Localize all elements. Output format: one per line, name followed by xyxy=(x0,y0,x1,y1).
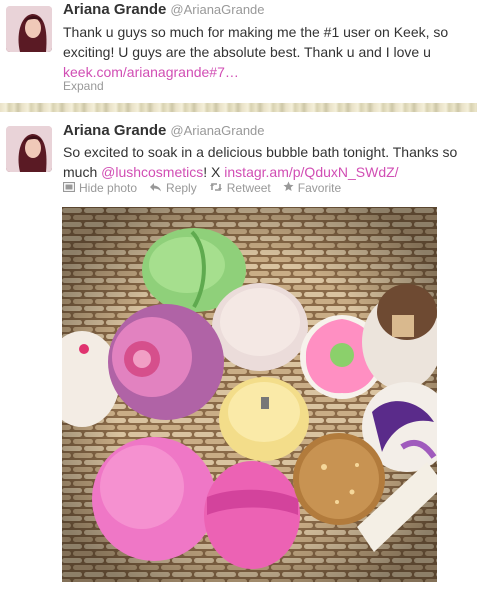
retweet-icon xyxy=(209,182,223,195)
hide-photo-button[interactable]: Hide photo xyxy=(62,181,138,195)
username[interactable]: @ArianaGrande xyxy=(170,2,264,17)
retweet-button[interactable]: Retweet xyxy=(209,181,271,195)
photo-icon xyxy=(62,181,76,195)
expand-link[interactable]: Expand xyxy=(63,79,104,93)
tweet-actions: Hide photo Reply Retweet Favorite xyxy=(62,181,341,195)
avatar[interactable] xyxy=(6,6,52,52)
hide-photo-label: Hide photo xyxy=(79,181,138,195)
tweet-text: Thank u guys so much for making me the #… xyxy=(63,22,471,82)
reply-button[interactable]: Reply xyxy=(149,181,197,195)
tweet[interactable]: Ariana Grande @ArianaGrande So excited to… xyxy=(0,112,477,592)
tweet-text-body: Thank u guys so much for making me the #… xyxy=(63,24,449,60)
tweet-text: So excited to soak in a delicious bubble… xyxy=(63,142,471,182)
avatar[interactable] xyxy=(6,126,52,172)
favorite-button[interactable]: Favorite xyxy=(283,181,341,195)
avatar-image xyxy=(6,6,52,52)
reply-arrow-icon xyxy=(149,182,162,195)
reply-label: Reply xyxy=(166,181,197,195)
bath-bombs-photo xyxy=(62,207,437,582)
mention-link[interactable]: @lushcosmetics xyxy=(101,164,203,180)
favorite-label: Favorite xyxy=(297,181,342,195)
tweet-link[interactable]: keek.com/arianagrande#7… xyxy=(63,64,239,80)
tweet-link[interactable]: instagr.am/p/QduxN_SWdZ/ xyxy=(224,164,398,180)
divider xyxy=(0,103,477,112)
tweet-photo[interactable] xyxy=(62,207,437,582)
star-icon xyxy=(283,181,294,195)
retweet-label: Retweet xyxy=(226,181,271,195)
display-name[interactable]: Ariana Grande xyxy=(63,1,166,18)
username[interactable]: @ArianaGrande xyxy=(170,123,264,138)
tweet[interactable]: Ariana Grande @ArianaGrande Thank u guys … xyxy=(0,0,477,103)
avatar-image xyxy=(6,126,52,172)
tweet-header: Ariana Grande @ArianaGrande xyxy=(63,0,265,19)
tweet-text-body: ! X xyxy=(203,164,225,180)
display-name[interactable]: Ariana Grande xyxy=(63,122,166,139)
tweet-header: Ariana Grande @ArianaGrande xyxy=(63,121,265,140)
